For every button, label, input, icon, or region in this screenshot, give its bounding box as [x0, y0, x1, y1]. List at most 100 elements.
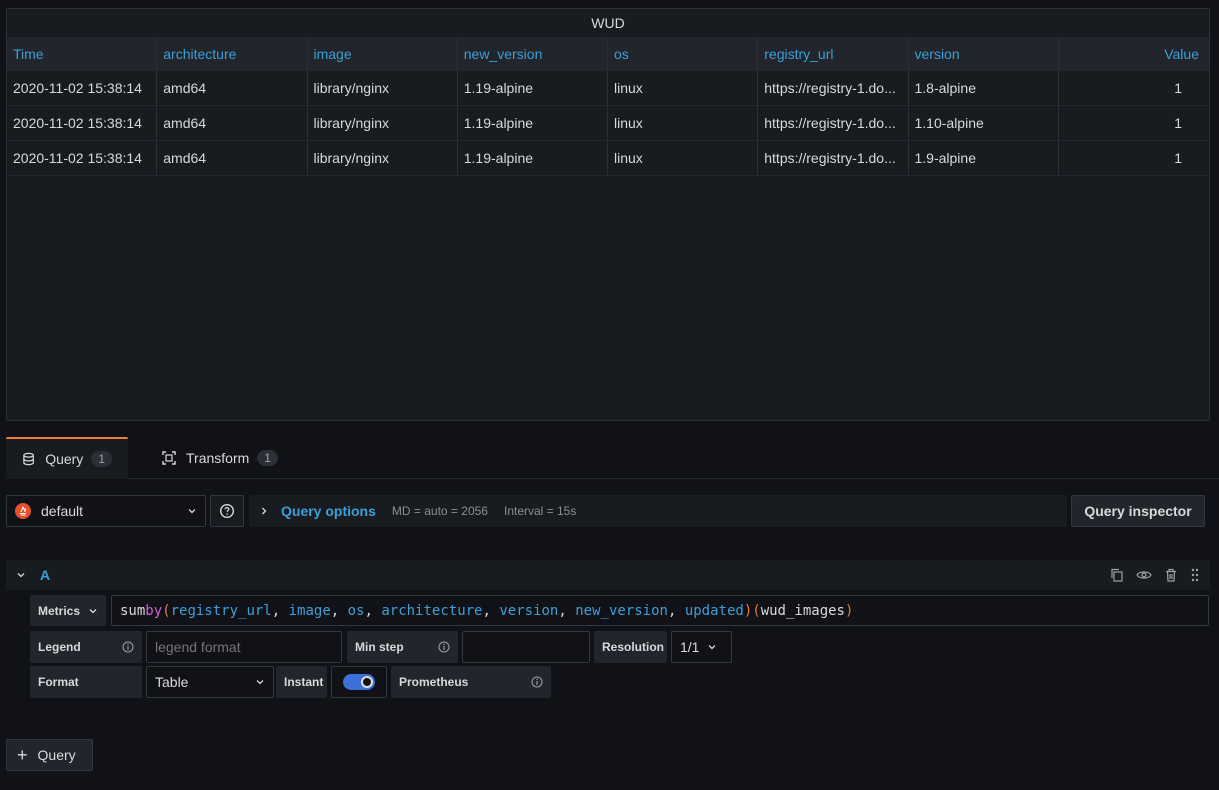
- promql-paren: ): [845, 602, 854, 619]
- prometheus-label: Prometheus: [399, 675, 469, 689]
- instant-switch[interactable]: [343, 674, 375, 690]
- cell-time: 2020-11-02 15:38:14: [7, 141, 158, 175]
- table-row: 2020-11-02 15:38:14 amd64 library/nginx …: [7, 106, 1209, 141]
- promql-label: registry_url: [170, 602, 272, 619]
- resolution-value: 1/1: [680, 639, 700, 655]
- datasource-help-button[interactable]: [210, 495, 244, 527]
- column-header-image[interactable]: image: [308, 37, 458, 71]
- metrics-browser-button[interactable]: Metrics: [30, 595, 106, 626]
- tab-transform-label: Transform: [186, 450, 250, 466]
- resolution-select[interactable]: 1/1: [671, 631, 732, 663]
- promql-paren: ): [743, 602, 753, 619]
- min-step-input[interactable]: [462, 631, 590, 663]
- query-row-actions: [1110, 560, 1200, 590]
- cell-value: 1: [1174, 115, 1182, 131]
- table-panel: WUD Time architecture image new_version …: [6, 8, 1210, 421]
- cell-version: 1.8-alpine: [909, 71, 1059, 105]
- format-value: Table: [155, 674, 189, 690]
- transform-icon: [162, 451, 176, 465]
- chevron-down-icon: [89, 608, 97, 613]
- info-icon[interactable]: [438, 641, 450, 653]
- cell-version: 1.9-alpine: [909, 141, 1059, 175]
- table-row: 2020-11-02 15:38:14 amd64 library/nginx …: [7, 71, 1209, 106]
- cell-registry-url-text: https://registry-1.do...: [764, 115, 896, 131]
- chevron-down-icon: [709, 645, 716, 650]
- query-row-header[interactable]: A: [6, 560, 1210, 590]
- column-header-time[interactable]: Time: [7, 37, 158, 71]
- column-header-value[interactable]: Value: [1059, 37, 1209, 71]
- drag-handle-icon[interactable]: [1190, 568, 1200, 582]
- add-query-label: Query: [37, 747, 76, 763]
- cell-value: 1: [1174, 150, 1182, 166]
- datasource-picker[interactable]: default: [6, 495, 206, 527]
- column-header-os[interactable]: os: [608, 37, 759, 71]
- database-icon: [23, 452, 34, 466]
- tab-transform-count: 1: [257, 450, 278, 466]
- promql-label: updated: [684, 602, 744, 619]
- query-options-interval: Interval = 15s: [503, 504, 577, 518]
- legend-label-box: Legend: [30, 631, 142, 663]
- column-header-version[interactable]: version: [909, 37, 1059, 71]
- promql-paren: (: [752, 602, 761, 619]
- resolution-label: Resolution: [594, 631, 667, 663]
- cell-time: 2020-11-02 15:38:14: [7, 106, 158, 140]
- info-icon[interactable]: [531, 676, 543, 688]
- query-options-label: Query options: [281, 503, 376, 519]
- cell-new-version: 1.19-alpine: [458, 71, 608, 105]
- format-select[interactable]: Table: [146, 666, 274, 698]
- tab-query-count: 1: [91, 451, 112, 467]
- promql-label: version: [499, 602, 559, 619]
- prometheus-label-box: Prometheus: [391, 666, 551, 698]
- cell-new-version: 1.19-alpine: [458, 141, 608, 175]
- cell-image: library/nginx: [308, 106, 458, 140]
- cell-registry-url: https://registry-1.do...: [758, 71, 909, 105]
- tab-query[interactable]: Query 1: [6, 437, 128, 479]
- cell-time: 2020-11-02 15:38:14: [7, 71, 158, 105]
- promql-metric: wud_images: [760, 602, 845, 619]
- trash-icon[interactable]: [1164, 568, 1178, 582]
- promql-query-input[interactable]: sum by(registry_url, image, os, architec…: [111, 595, 1209, 626]
- legend-format-input[interactable]: [146, 631, 342, 663]
- cell-image: library/nginx: [308, 141, 458, 175]
- column-header-registry-url[interactable]: registry_url: [758, 37, 909, 71]
- cell-registry-url: https://registry-1.do...: [758, 141, 909, 175]
- info-icon[interactable]: [122, 641, 134, 653]
- chevron-right-icon: [262, 507, 267, 515]
- cell-value: 1: [1174, 80, 1182, 96]
- table-header: Time architecture image new_version os r…: [7, 37, 1209, 71]
- data-table: Time architecture image new_version os r…: [7, 37, 1209, 176]
- editor-tabs: Query 1 Transform 1: [6, 437, 1219, 479]
- query-ref-id[interactable]: A: [40, 567, 50, 583]
- promql-label: architecture: [381, 602, 483, 619]
- column-header-new-version[interactable]: new_version: [458, 37, 608, 71]
- format-label: Format: [30, 666, 142, 698]
- cell-os: linux: [608, 141, 759, 175]
- collapse-chevron-icon[interactable]: [16, 570, 26, 580]
- query-inspector-button[interactable]: Query inspector: [1071, 495, 1205, 527]
- column-header-architecture[interactable]: architecture: [157, 37, 308, 71]
- cell-architecture: amd64: [157, 141, 308, 175]
- instant-label: Instant: [276, 666, 327, 698]
- eye-icon[interactable]: [1136, 568, 1152, 582]
- plus-icon: +: [17, 745, 28, 765]
- legend-label: Legend: [38, 640, 81, 654]
- promql-label: new_version: [575, 602, 668, 619]
- cell-os: linux: [608, 106, 759, 140]
- cell-registry-url-text: https://registry-1.do...: [764, 150, 896, 166]
- add-query-button[interactable]: + Query: [6, 739, 93, 771]
- table-row: 2020-11-02 15:38:14 amd64 library/nginx …: [7, 141, 1209, 176]
- question-icon: [219, 503, 235, 519]
- instant-switch-knob: [361, 676, 373, 688]
- duplicate-icon[interactable]: [1110, 568, 1124, 582]
- promql-paren: (: [162, 602, 171, 619]
- cell-new-version: 1.19-alpine: [458, 106, 608, 140]
- cell-architecture: amd64: [157, 71, 308, 105]
- tab-transform[interactable]: Transform 1: [146, 437, 294, 479]
- min-step-label: Min step: [355, 640, 404, 654]
- chevron-down-icon: [256, 680, 264, 685]
- cell-os: linux: [608, 71, 759, 105]
- query-options-bar[interactable]: Query options MD = auto = 2056 Interval …: [249, 495, 1067, 527]
- cell-registry-url: https://registry-1.do...: [758, 106, 909, 140]
- panel-title[interactable]: WUD: [7, 9, 1209, 37]
- instant-toggle[interactable]: [331, 666, 387, 698]
